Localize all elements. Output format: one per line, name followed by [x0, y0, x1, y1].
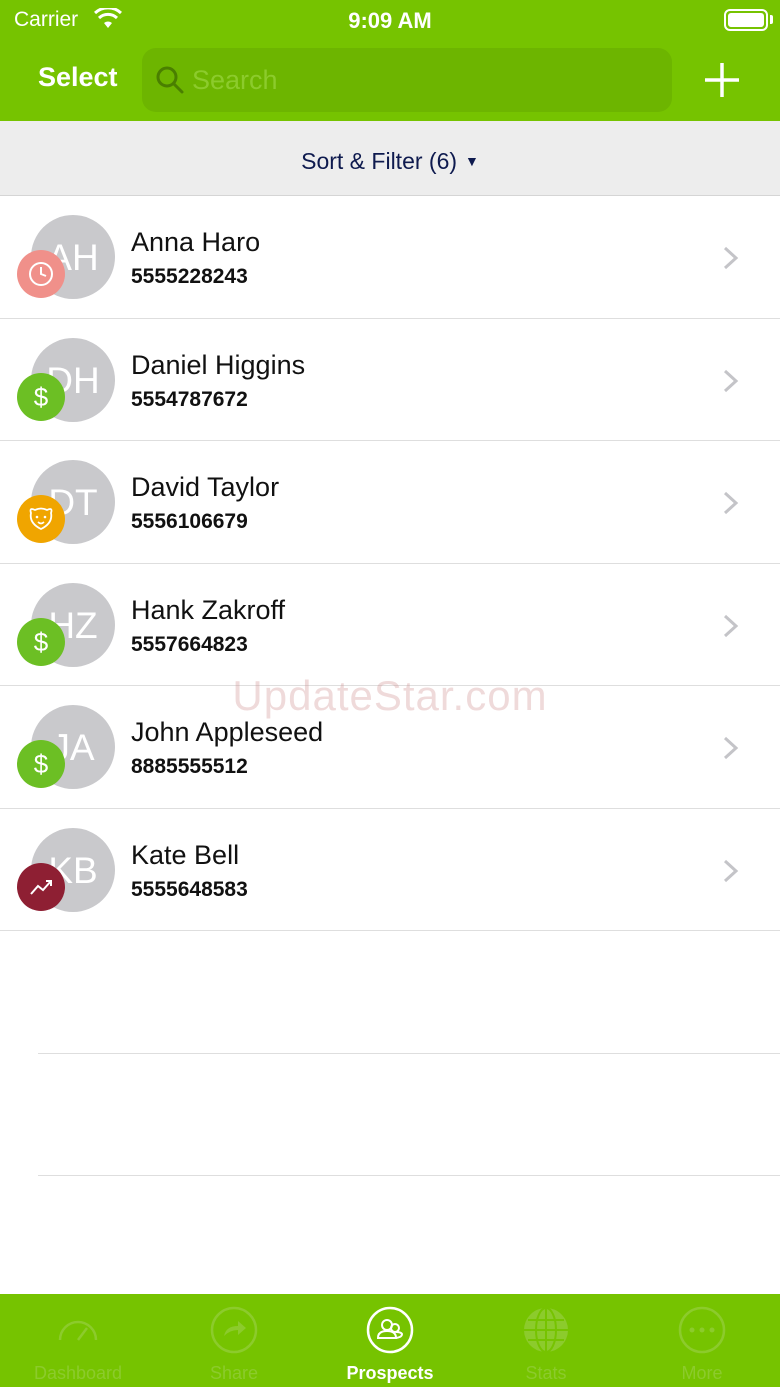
gauge-icon	[58, 1320, 98, 1341]
status-bar: Carrier 9:09 AM	[0, 0, 780, 40]
contact-list: AH Anna Haro 5555228243 DH $ Daniel Higg…	[0, 196, 780, 931]
search-input[interactable]	[192, 48, 662, 112]
chevron-right-icon	[723, 246, 739, 270]
contact-row[interactable]: JA $ John Appleseed 8885555512	[0, 686, 780, 809]
globe-icon	[524, 1307, 568, 1353]
ellipsis-icon	[678, 1306, 726, 1354]
contact-phone: 5557664823	[131, 632, 248, 656]
battery-icon	[724, 9, 768, 31]
contact-phone: 5555228243	[131, 265, 248, 288]
empty-row-divider	[38, 1175, 780, 1176]
clock-icon	[17, 250, 65, 298]
nav-bar: Select	[0, 40, 780, 121]
chevron-right-icon	[723, 736, 739, 760]
contact-row[interactable]: DH $ Daniel Higgins 5554787672	[0, 319, 780, 441]
tab-share[interactable]: Share	[156, 1294, 312, 1387]
tab-prospects[interactable]: Prospects	[312, 1294, 468, 1387]
tab-bar: Dashboard Share Prospects Stats More	[0, 1294, 780, 1387]
tab-stats[interactable]: Stats	[468, 1294, 624, 1387]
contact-row[interactable]: HZ $ Hank Zakroff 5557664823	[0, 564, 780, 686]
contact-name: Daniel Higgins	[131, 349, 306, 380]
contact-phone: 5554787672	[131, 387, 248, 411]
dollar-icon: $	[17, 740, 65, 788]
tab-label: More	[681, 1363, 723, 1383]
chevron-right-icon	[723, 369, 739, 392]
svg-text:$: $	[34, 749, 49, 779]
dog-face-icon	[17, 495, 65, 543]
tab-more[interactable]: More	[624, 1294, 780, 1387]
contact-name: John Appleseed	[131, 717, 324, 747]
contact-name: Kate Bell	[131, 839, 240, 870]
contact-row[interactable]: AH Anna Haro 5555228243	[0, 196, 780, 319]
sort-filter-label: Sort & Filter (6)	[301, 148, 458, 174]
sort-filter-bar: Sort & Filter (6) ▼	[0, 121, 780, 196]
chevron-right-icon	[723, 614, 739, 637]
contact-row[interactable]: KB Kate Bell 5555648583	[0, 809, 780, 931]
tab-label: Dashboard	[33, 1363, 123, 1383]
caret-down-icon: ▼	[465, 153, 479, 169]
clock-time: 9:09 AM	[348, 8, 432, 33]
tab-dashboard[interactable]: Dashboard	[0, 1294, 156, 1387]
people-icon	[366, 1306, 414, 1354]
tab-label: Share	[209, 1363, 259, 1383]
tab-label: Stats	[525, 1363, 567, 1383]
contact-row[interactable]: DT David Taylor 5556106679	[0, 441, 780, 564]
trend-up-icon	[17, 862, 65, 911]
chevron-right-icon	[723, 859, 739, 882]
chevron-right-icon	[723, 491, 739, 515]
battery-nub	[770, 15, 773, 24]
contact-name: David Taylor	[131, 472, 280, 502]
share-arrow-icon	[210, 1306, 258, 1354]
svg-text:$: $	[34, 382, 49, 412]
dollar-icon: $	[17, 617, 65, 666]
contact-phone: 5555648583	[131, 877, 248, 901]
empty-row-divider	[38, 1053, 780, 1054]
search-icon	[156, 66, 184, 94]
contact-phone: 5556106679	[131, 510, 248, 533]
tab-label: Prospects	[346, 1363, 434, 1383]
contact-name: Anna Haro	[131, 227, 261, 257]
dollar-icon: $	[17, 372, 65, 421]
svg-text:$: $	[34, 627, 49, 657]
sort-filter-button[interactable]: Sort & Filter (6) ▼	[0, 121, 780, 196]
select-button[interactable]: Select	[38, 62, 118, 93]
search-bar[interactable]	[142, 48, 672, 112]
header: Carrier 9:09 AM Select	[0, 0, 780, 121]
contact-phone: 8885555512	[131, 755, 248, 778]
contact-name: Hank Zakroff	[131, 594, 286, 625]
add-contact-button[interactable]	[702, 60, 742, 100]
